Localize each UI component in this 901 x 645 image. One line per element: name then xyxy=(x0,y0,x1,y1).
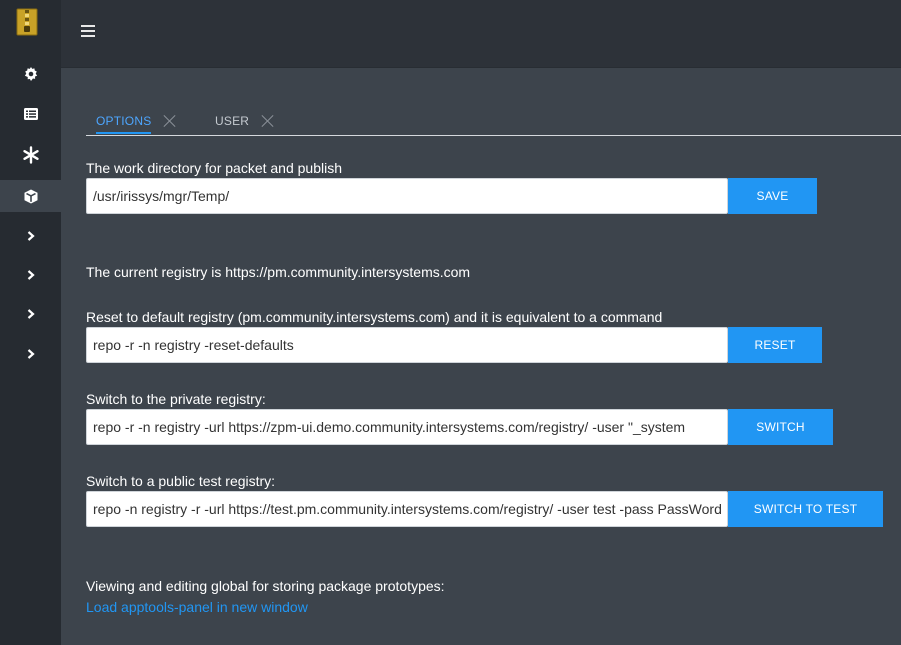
sidebar-item-expand-1[interactable] xyxy=(0,220,61,252)
top-bar xyxy=(61,0,901,68)
close-icon[interactable] xyxy=(163,114,176,127)
workdir-input[interactable] xyxy=(86,178,728,214)
tab-user[interactable]: USER xyxy=(215,108,274,136)
hamburger-icon[interactable] xyxy=(81,25,95,37)
reset-button[interactable]: RESET xyxy=(728,327,822,363)
tab-bar: OPTIONS USER xyxy=(86,108,901,136)
chevron-right-icon xyxy=(27,270,35,280)
tab-options-label: OPTIONS xyxy=(96,108,152,134)
archive-logo-icon[interactable] xyxy=(16,8,38,36)
sidebar-item-expand-4[interactable] xyxy=(0,338,61,370)
chevron-right-icon xyxy=(27,309,35,319)
sidebar-item-list[interactable] xyxy=(0,98,61,130)
current-registry-text: The current registry is https://pm.commu… xyxy=(86,264,471,280)
asterisk-icon xyxy=(22,146,40,164)
sidebar-item-expand-3[interactable] xyxy=(0,298,61,330)
globals-label: Viewing and editing global for storing p… xyxy=(86,578,445,594)
switch-to-test-button[interactable]: SWITCH TO TEST xyxy=(728,491,883,527)
private-registry-input[interactable] xyxy=(86,409,728,445)
sidebar xyxy=(0,0,61,645)
sidebar-item-settings[interactable] xyxy=(0,58,61,90)
list-icon xyxy=(23,108,38,120)
tab-user-label: USER xyxy=(215,114,250,128)
sidebar-item-asterisk[interactable] xyxy=(0,139,61,171)
public-test-registry-input[interactable] xyxy=(86,491,728,527)
cube-icon xyxy=(24,189,38,204)
tab-options[interactable]: OPTIONS xyxy=(96,108,176,136)
chevron-right-icon xyxy=(27,349,35,359)
chevron-right-icon xyxy=(27,231,35,241)
close-icon[interactable] xyxy=(261,114,274,127)
switch-button[interactable]: SWITCH xyxy=(728,409,833,445)
workdir-label: The work directory for packet and publis… xyxy=(86,160,343,176)
reset-label: Reset to default registry (pm.community.… xyxy=(86,309,663,325)
load-apptools-panel-link[interactable]: Load apptools-panel in new window xyxy=(86,599,308,615)
private-registry-label: Switch to the private registry: xyxy=(86,391,266,407)
sidebar-item-expand-2[interactable] xyxy=(0,259,61,291)
sidebar-item-packages[interactable] xyxy=(0,180,61,212)
gear-icon xyxy=(24,67,38,81)
public-test-registry-label: Switch to a public test registry: xyxy=(86,473,276,489)
reset-command-input[interactable] xyxy=(86,327,728,363)
save-button[interactable]: SAVE xyxy=(728,178,817,214)
